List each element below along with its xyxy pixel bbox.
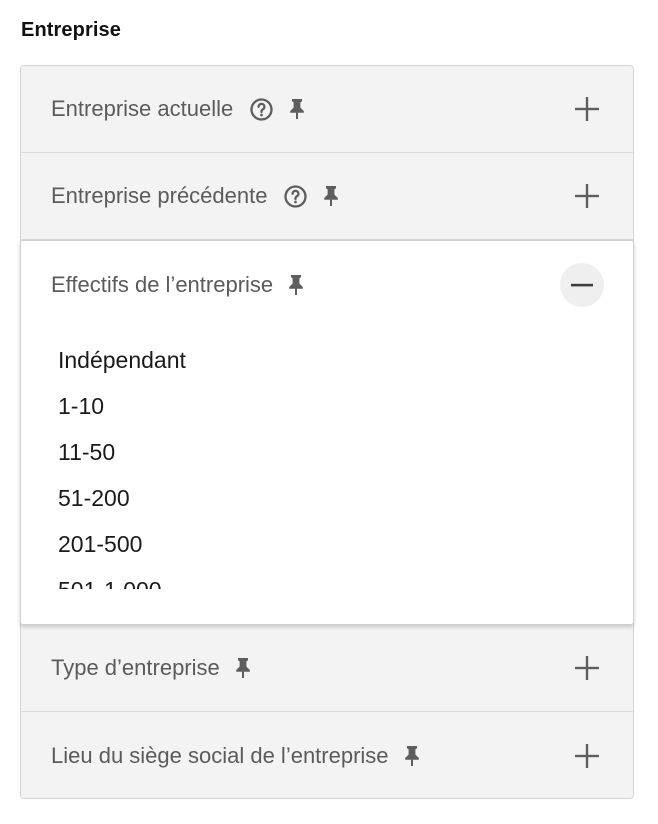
filter-headquarters-location[interactable]: Lieu du siège social de l’entreprise [21,712,633,799]
pin-icon[interactable] [320,185,342,207]
pin-icon[interactable] [401,745,423,767]
filter-company-size-header[interactable]: Effectifs de l’entreprise [21,241,633,328]
pin-icon[interactable] [286,98,308,120]
option-201-500[interactable]: 201-500 [58,521,598,567]
plus-icon[interactable] [570,179,604,213]
option-1-10[interactable]: 1-10 [58,383,598,429]
company-size-options: Indépendant 1-10 11-50 51-200 201-500 50… [58,337,598,590]
filter-label: Entreprise précédente [51,183,268,208]
section-title: Entreprise [21,19,121,41]
plus-icon[interactable] [570,92,604,126]
filter-current-company[interactable]: Entreprise actuelle [21,66,633,153]
filter-previous-company[interactable]: Entreprise précédente [21,153,633,240]
filter-label: Effectifs de l’entreprise [51,271,274,297]
filter-company-size: Effectifs de l’entreprise Indépendant 1-… [20,240,634,625]
filter-panel: Entreprise actuelle Entreprise précédent… [20,65,634,799]
option-11-50[interactable]: 11-50 [58,429,598,475]
question-circle-icon[interactable] [249,97,274,122]
minus-icon[interactable] [560,263,604,307]
filter-label: Type d’entreprise [51,655,220,680]
filter-company-type[interactable]: Type d’entreprise [21,625,633,712]
plus-icon[interactable] [570,739,604,773]
pin-icon[interactable] [285,274,307,296]
option-independant[interactable]: Indépendant [58,337,598,383]
filter-label: Entreprise actuelle [51,96,234,121]
plus-icon[interactable] [570,651,604,685]
option-501-1000[interactable]: 501-1 000 [58,567,598,590]
filter-label: Lieu du siège social de l’entreprise [51,742,389,768]
option-51-200[interactable]: 51-200 [58,475,598,521]
pin-icon[interactable] [232,657,254,679]
question-circle-icon[interactable] [283,184,308,209]
